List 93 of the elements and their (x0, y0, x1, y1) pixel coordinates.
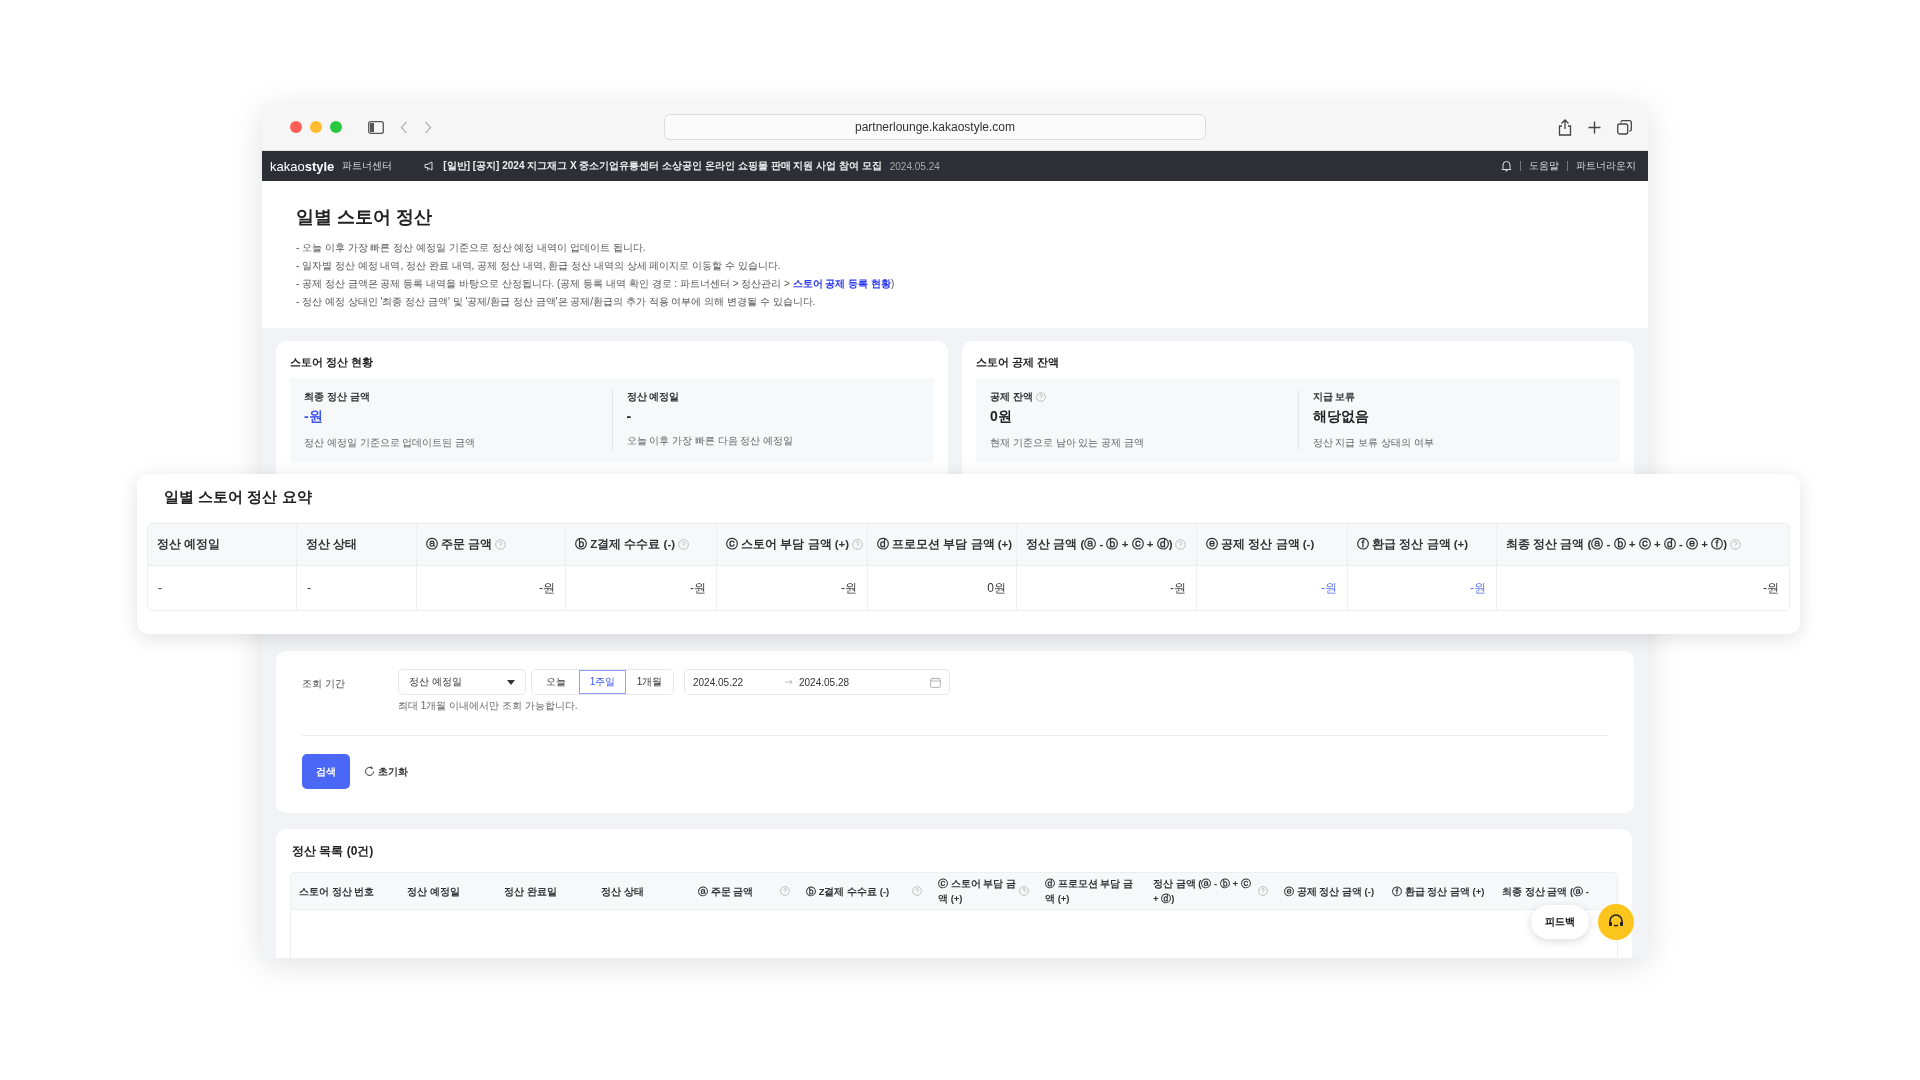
column-header: 최종 정산 금액 (ⓐ - ⓑ + ⓒ + ⓓ - ⓔ + ⓕ) (1497, 524, 1789, 565)
list-title: 정산 목록 (0건) (291, 843, 375, 860)
share-icon[interactable] (1558, 118, 1572, 136)
table-cell: -원 (1763, 579, 1779, 597)
help-icon[interactable] (1175, 539, 1187, 550)
stat-label: 최종 정산 금액 (304, 390, 370, 404)
card-title: 스토어 정산 현황 (290, 355, 375, 370)
column-header: ⓒ 스토어 부담 금액 (+) (717, 524, 868, 565)
table-cell: - (307, 581, 311, 595)
forward-icon[interactable] (424, 120, 432, 134)
nav-link[interactable]: 도움말 (1529, 159, 1559, 173)
close-window-icon[interactable] (290, 121, 302, 133)
section-title: 파트너센터 (342, 159, 393, 173)
minimize-window-icon[interactable] (310, 121, 322, 133)
back-icon[interactable] (400, 120, 408, 134)
table-cell: - (158, 581, 162, 595)
reset-button[interactable]: 초기화 (364, 764, 408, 779)
sidebar-icon[interactable] (368, 120, 384, 134)
help-icon[interactable] (912, 886, 922, 896)
field-label: 조회 기간 (302, 677, 346, 691)
table-cell: -원 (1321, 579, 1337, 597)
new-tab-icon[interactable] (1588, 120, 1601, 134)
help-icon[interactable] (495, 539, 507, 550)
help-icon[interactable] (678, 539, 690, 550)
card-title: 스토어 공제 잔액 (976, 355, 1061, 370)
info-note: - 일자별 정산 예정 내역, 정산 완료 내역, 공제 정산 내역, 환급 정산 내역의 상세 페이지로 이동할 수 있습니다. (296, 259, 782, 273)
notice-date: 2024.05.24 (889, 160, 940, 172)
page-title: 일별 스토어 정산 (296, 206, 433, 229)
date-range-field[interactable]: 2024.05.22 2024.05.28 (684, 669, 950, 695)
table-cell: -원 (1170, 579, 1186, 597)
stat-label: 지급 보류 (1312, 390, 1356, 404)
feedback-button[interactable]: 피드백 (1531, 905, 1589, 939)
help-icon[interactable] (1019, 886, 1029, 896)
table-title: 일별 스토어 정산 요약 (164, 488, 313, 507)
notice-link[interactable]: [일반] [공지] 2024 지그재그 X 중소기업유통센터 소상공인 온라인 쇼핑몰 판매 지원 사업 참여 모집 (443, 159, 882, 173)
column-header: 정산 상태 (297, 524, 417, 565)
table-cell: -원 (690, 579, 706, 597)
nav-link[interactable]: 파트너라운지 (1576, 159, 1636, 173)
stat-value: -원 (304, 408, 324, 426)
column-header: 스토어 정산 번호 (298, 884, 376, 899)
column-header: 정산 금액 (ⓐ - ⓑ + ⓒ + ⓓ) (1017, 524, 1197, 565)
column-header: ⓕ 환급 정산 금액 (+) (1348, 524, 1497, 565)
column-header: ⓓ 프로모션 부담 금액 (+) (868, 524, 1017, 565)
column-header: 정산 상태 (600, 884, 645, 899)
column-header: ⓑ Z결제 수수료 (-) (566, 524, 717, 565)
table-cell: -원 (841, 579, 857, 597)
stat-description: 정산 지급 보류 상태의 여부 (1312, 436, 1435, 450)
column-header: 최종 정산 금액 (ⓐ - (1501, 884, 1590, 899)
info-note: - 오늘 이후 가장 빠른 정산 예정일 기준으로 정산 예정 내역이 업데이트 됩니다. (296, 241, 647, 255)
column-header: ⓓ 프로모션 부담 금액 (+) (1044, 877, 1134, 906)
period-tab[interactable]: 1주일 (579, 670, 626, 694)
column-header: ⓔ 공제 정산 금액 (-) (1197, 524, 1348, 565)
column-header: ⓔ 공제 정산 금액 (-) (1283, 884, 1376, 899)
column-header: 정산 예정일 (148, 524, 297, 565)
stat-label: 정산 예정일 (626, 390, 680, 404)
address-bar[interactable]: partnerlounge.kakaostyle.com (664, 114, 1206, 140)
stat-value: 해당없음 (1312, 408, 1370, 426)
help-icon[interactable] (780, 886, 790, 896)
column-header: ⓐ 주문 금액 (417, 524, 566, 565)
column-header: 정산 예정일 (406, 884, 461, 899)
table-cell: -원 (539, 579, 555, 597)
help-icon[interactable] (1258, 886, 1268, 896)
date-type-dropdown[interactable]: 정산 예정일 (398, 669, 526, 695)
search-button[interactable]: 검색 (302, 754, 350, 789)
calendar-icon (930, 676, 941, 688)
column-header: ⓒ 스토어 부담 금액 (+) (930, 873, 1037, 909)
logo[interactable]: kakaostyle (270, 158, 335, 174)
column-header: ⓐ 주문 금액 (690, 873, 798, 909)
refresh-icon (364, 766, 375, 777)
help-icon[interactable] (1035, 392, 1046, 402)
info-note: - 공제 정산 금액은 공제 등록 내역을 바탕으로 산정됩니다. (공제 등록 내역 확인 경로 : 파트너센터 > 정산관리 > 스토어 공제 등록 현황) (296, 277, 896, 291)
table-cell: -원 (1470, 579, 1486, 597)
tabs-overview-icon[interactable] (1617, 119, 1632, 135)
stat-value: 0원 (990, 408, 1013, 426)
stat-value: - (626, 408, 633, 424)
help-icon[interactable] (1730, 539, 1741, 550)
help-icon[interactable] (852, 539, 864, 550)
bell-icon[interactable] (1501, 160, 1512, 172)
stat-description: 오늘 이후 가장 빠른 다음 정산 예정일 (626, 434, 795, 448)
table-cell: 0원 (987, 579, 1006, 597)
caret-icon (507, 679, 515, 685)
column-header: 정산 금액 (ⓐ - ⓑ + ⓒ + ⓓ) (1145, 873, 1276, 909)
column-header: ⓕ 환급 정산 금액 (+) (1391, 884, 1486, 899)
info-note: - 정산 예정 상태인 '최종 정산 금액' 및 '공제/환급 정산 금액'은 공제/환급의 추가 적용 여부에 의해 변경될 수 있습니다. (296, 295, 817, 309)
hint-text: 최대 1개월 이내에서만 조회 가능합니다. (398, 699, 579, 713)
stat-description: 정산 예정일 기준으로 업데이트된 금액 (304, 436, 477, 450)
arrow-icon (785, 679, 793, 685)
column-header: 정산 완료일 (503, 884, 558, 899)
stat-label: 공제 잔액 (990, 390, 1033, 404)
column-header: ⓑ Z결제 수수료 (-) (798, 873, 930, 909)
maximize-window-icon[interactable] (330, 121, 342, 133)
stat-description: 현재 기준으로 남아 있는 공제 금액 (990, 436, 1145, 450)
megaphone-icon (424, 161, 436, 171)
